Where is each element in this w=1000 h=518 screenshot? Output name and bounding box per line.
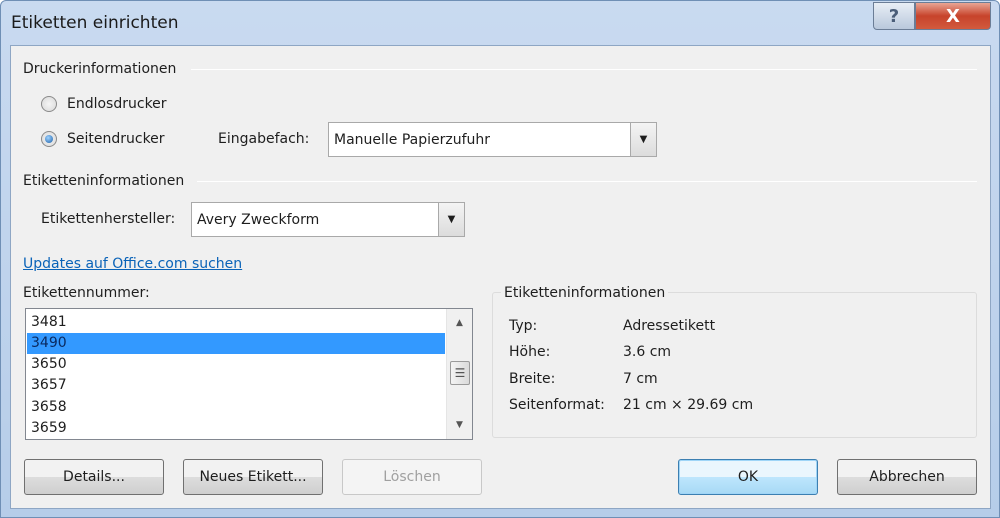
- updates-link[interactable]: Updates auf Office.com suchen: [23, 256, 242, 272]
- list-item[interactable]: 3658: [27, 397, 445, 418]
- radio-continuous[interactable]: [41, 96, 57, 112]
- close-button[interactable]: X: [915, 2, 991, 30]
- delete-button[interactable]: Löschen: [342, 459, 482, 495]
- dialog-window: Etiketten einrichten ? X Druckerinformat…: [0, 0, 1000, 518]
- list-item-selected[interactable]: 3490: [27, 333, 445, 354]
- scroll-up-icon[interactable]: ▲: [447, 313, 472, 333]
- tray-label: Eingabefach:: [218, 131, 310, 147]
- scroll-thumb[interactable]: ☰: [450, 361, 470, 385]
- divider: [191, 69, 977, 70]
- details-button[interactable]: Details...: [24, 459, 164, 495]
- info-width-label: Breite:: [509, 371, 556, 387]
- dialog-body: Druckerinformationen Endlosdrucker Seite…: [10, 45, 991, 509]
- radio-page-printer-label[interactable]: Seitendrucker: [67, 131, 165, 147]
- ok-button[interactable]: OK: [678, 459, 818, 495]
- info-type-label: Typ:: [509, 318, 538, 334]
- tray-dropdown[interactable]: Manuelle Papierzufuhr ▼: [328, 122, 657, 157]
- info-group-title: Etiketteninformationen: [501, 285, 669, 301]
- new-label-button[interactable]: Neues Etikett...: [183, 459, 323, 495]
- info-width-value: 7 cm: [623, 371, 658, 387]
- list-item[interactable]: 3657: [27, 375, 445, 396]
- help-button[interactable]: ?: [873, 2, 915, 30]
- label-section-title: Etiketteninformationen: [23, 173, 185, 189]
- info-type-value: Adressetikett: [623, 318, 716, 334]
- info-height-value: 3.6 cm: [623, 344, 672, 360]
- chevron-down-icon[interactable]: ▼: [438, 203, 464, 236]
- tray-value: Manuelle Papierzufuhr: [334, 131, 491, 148]
- info-pagesize-label: Seitenformat:: [509, 397, 605, 413]
- label-info-group: Etiketteninformationen Typ: Adressetiket…: [492, 285, 977, 438]
- info-pagesize-value: 21 cm × 29.69 cm: [623, 397, 754, 413]
- label-number-label: Etikettennummer:: [23, 285, 150, 301]
- label-number-list[interactable]: 3481 3490 3650 3657 3658 3659 ▲ ☰ ▼: [25, 308, 473, 440]
- scrollbar[interactable]: ▲ ☰ ▼: [446, 309, 472, 439]
- list-item[interactable]: 3650: [27, 354, 445, 375]
- vendor-value: Avery Zweckform: [197, 211, 320, 228]
- radio-page-printer[interactable]: [41, 131, 57, 147]
- info-height-label: Höhe:: [509, 344, 551, 360]
- vendor-dropdown[interactable]: Avery Zweckform ▼: [191, 202, 465, 237]
- vendor-label: Etikettenhersteller:: [41, 211, 176, 227]
- radio-continuous-label[interactable]: Endlosdrucker: [67, 96, 167, 112]
- printer-section-title: Druckerinformationen: [23, 61, 177, 77]
- cancel-button[interactable]: Abbrechen: [837, 459, 977, 495]
- scroll-down-icon[interactable]: ▼: [447, 415, 472, 435]
- list-item[interactable]: 3659: [27, 418, 445, 439]
- divider: [197, 181, 977, 182]
- chevron-down-icon[interactable]: ▼: [630, 123, 656, 156]
- list-item[interactable]: 3481: [27, 312, 445, 333]
- window-title: Etiketten einrichten: [11, 13, 179, 33]
